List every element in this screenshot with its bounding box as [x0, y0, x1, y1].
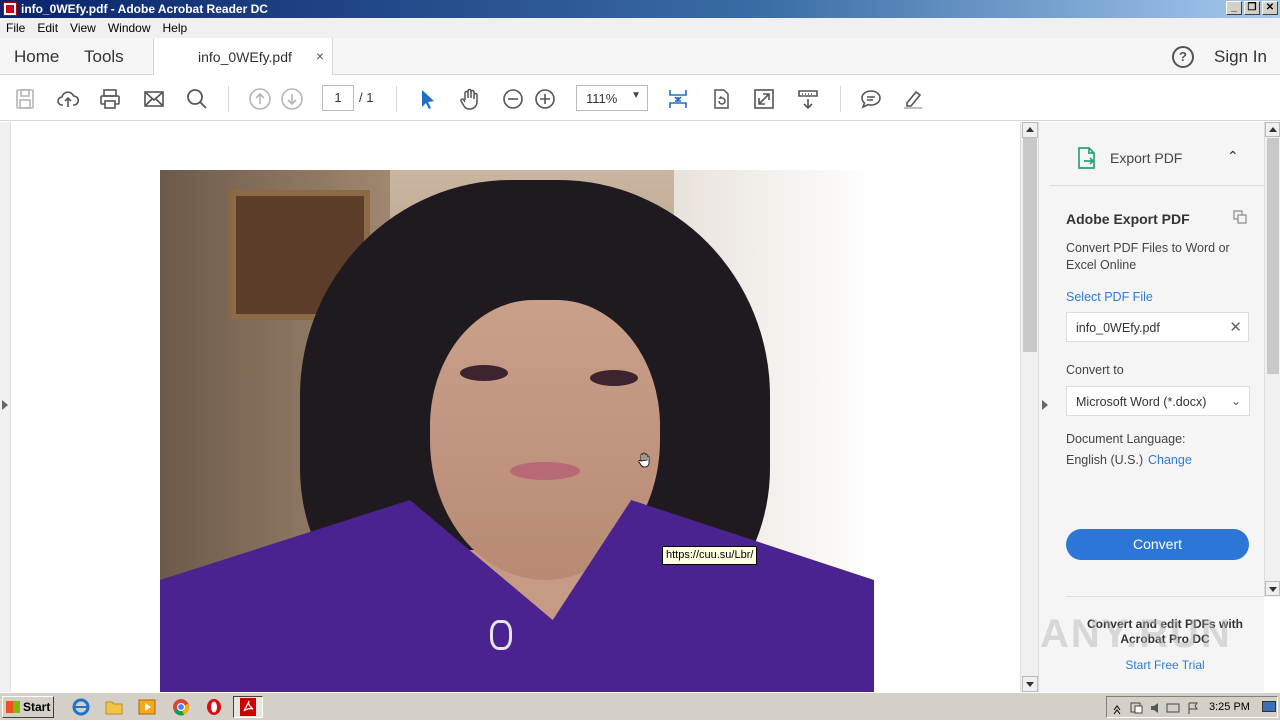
hand-cursor-icon — [638, 452, 652, 473]
convert-button[interactable]: Convert — [1066, 529, 1249, 560]
menu-view[interactable]: View — [64, 21, 102, 35]
zoom-out-icon[interactable] — [500, 86, 526, 112]
document-scrollbar[interactable] — [1020, 122, 1038, 692]
search-icon[interactable] — [184, 86, 210, 112]
tab-home[interactable]: Home — [14, 47, 59, 67]
change-language-link[interactable]: Change — [1148, 453, 1192, 467]
convert-format-value: Microsoft Word (*.docx) — [1076, 395, 1207, 409]
opera-icon[interactable] — [205, 698, 223, 716]
show-desktop-icon[interactable] — [1262, 701, 1276, 712]
help-icon[interactable]: ? — [1172, 46, 1194, 68]
chevron-right-icon — [1042, 400, 1048, 410]
document-language-value: English (U.S.) — [1066, 453, 1144, 467]
zoom-level-select[interactable]: 111% ▼ — [576, 85, 648, 111]
document-image — [160, 170, 874, 692]
chevron-up-icon[interactable]: ⌃ — [1227, 148, 1239, 165]
menu-help[interactable]: Help — [157, 21, 194, 35]
export-pane-title: Adobe Export PDF — [1066, 211, 1190, 227]
window-title-bar: info_0WEfy.pdf - Adobe Acrobat Reader DC… — [0, 0, 1280, 18]
cloud-upload-icon[interactable] — [55, 86, 81, 112]
taskbar-acrobat-button[interactable] — [233, 696, 263, 718]
save-icon[interactable] — [12, 86, 38, 112]
tab-document-label: info_0WEfy.pdf — [198, 49, 292, 65]
acrobat-app-icon — [3, 2, 17, 16]
hand-tool-icon[interactable] — [457, 86, 483, 112]
restore-button[interactable]: ❐ — [1244, 1, 1260, 15]
menu-bar: File Edit View Window Help — [0, 18, 1280, 38]
chevron-right-icon — [2, 400, 8, 410]
select-pdf-file-link[interactable]: Select PDF File — [1066, 290, 1153, 304]
left-panel-toggle[interactable] — [0, 122, 11, 692]
rotate-page-icon[interactable] — [708, 86, 734, 112]
highlight-pen-icon[interactable] — [900, 86, 926, 112]
full-screen-icon[interactable] — [751, 86, 777, 112]
select-tool-icon[interactable] — [414, 86, 440, 112]
start-button[interactable]: Start — [2, 696, 54, 718]
toolbar: 1 / 1 111% ▼ — [0, 76, 1280, 121]
taskbar: Start 3:25 PM — [0, 692, 1280, 720]
toolbar-separator — [396, 86, 397, 112]
scrollbar-thumb[interactable] — [1023, 138, 1037, 352]
close-window-button[interactable]: ✕ — [1262, 1, 1278, 15]
comment-icon[interactable] — [858, 86, 884, 112]
zoom-value: 111% — [586, 91, 618, 106]
convert-to-label: Convert to — [1066, 363, 1124, 377]
export-pdf-header[interactable]: Export PDF ⌃ — [1050, 122, 1264, 186]
minimize-button[interactable]: _ — [1226, 1, 1242, 15]
page-number-input[interactable]: 1 — [322, 85, 354, 111]
pane-scrollbar[interactable] — [1264, 122, 1280, 597]
convert-format-select[interactable]: Microsoft Word (*.docx) ⌄ — [1066, 386, 1250, 416]
tab-bar: Home Tools info_0WEfy.pdf × ? Sign In — [0, 38, 1280, 75]
sign-in-link[interactable]: Sign In — [1214, 47, 1267, 67]
chrome-icon[interactable] — [172, 698, 190, 716]
scroll-down-button[interactable] — [1022, 676, 1038, 692]
export-pdf-icon — [1076, 146, 1098, 175]
anyrun-watermark: ANY.RUN — [1040, 612, 1232, 656]
start-free-trial-link[interactable]: Start Free Trial — [1080, 658, 1250, 672]
pane-scrollbar-thumb[interactable] — [1267, 138, 1279, 374]
export-pdf-label: Export PDF — [1110, 150, 1183, 166]
menu-file[interactable]: File — [0, 21, 31, 35]
export-description: Convert PDF Files to Word or Excel Onlin… — [1066, 241, 1230, 272]
clock: 3:25 PM — [1209, 701, 1250, 713]
scroll-up-button[interactable] — [1022, 122, 1038, 138]
next-page-icon[interactable] — [279, 86, 305, 112]
pane-scroll-up-button[interactable] — [1265, 122, 1280, 137]
internet-explorer-icon[interactable] — [72, 698, 90, 716]
system-tray: 3:25 PM — [1106, 696, 1278, 718]
read-mode-icon[interactable] — [795, 86, 821, 112]
clear-file-icon[interactable]: ✕ — [1229, 318, 1242, 336]
right-pane-toggle[interactable] — [1038, 122, 1050, 692]
zoom-in-icon[interactable] — [532, 86, 558, 112]
print-icon[interactable] — [97, 86, 123, 112]
tab-document[interactable]: info_0WEfy.pdf × — [153, 38, 333, 75]
start-label: Start — [23, 700, 51, 714]
pane-divider — [1066, 596, 1264, 597]
file-explorer-icon[interactable] — [105, 698, 123, 716]
menu-edit[interactable]: Edit — [31, 21, 64, 35]
menu-window[interactable]: Window — [102, 21, 157, 35]
document-language-label: Document Language: — [1066, 432, 1186, 446]
email-icon[interactable] — [141, 86, 167, 112]
link-tooltip: https://cuu.su/Lbr/ — [662, 546, 758, 565]
close-tab-button[interactable]: × — [316, 48, 324, 64]
chevron-down-icon: ▼ — [631, 90, 641, 101]
page-total: / 1 — [359, 90, 374, 105]
windows-logo-icon — [6, 701, 20, 713]
copy-icon[interactable] — [1233, 210, 1247, 224]
pane-scroll-down-button[interactable] — [1265, 581, 1280, 596]
tab-tools[interactable]: Tools — [84, 47, 124, 67]
selected-file-field[interactable]: info_0WEfy.pdf ✕ — [1066, 312, 1249, 342]
toolbar-separator — [840, 86, 841, 112]
media-player-icon[interactable] — [138, 698, 156, 716]
toolbar-separator — [228, 86, 229, 112]
chevron-down-icon: ⌄ — [1230, 394, 1241, 408]
previous-page-icon[interactable] — [247, 86, 273, 112]
fit-page-icon[interactable] — [665, 86, 691, 112]
window-title: info_0WEfy.pdf - Adobe Acrobat Reader DC — [21, 2, 268, 16]
export-pdf-pane: Export PDF ⌃ Adobe Export PDF Convert PD… — [1050, 122, 1264, 692]
selected-file-name: info_0WEfy.pdf — [1076, 321, 1160, 335]
